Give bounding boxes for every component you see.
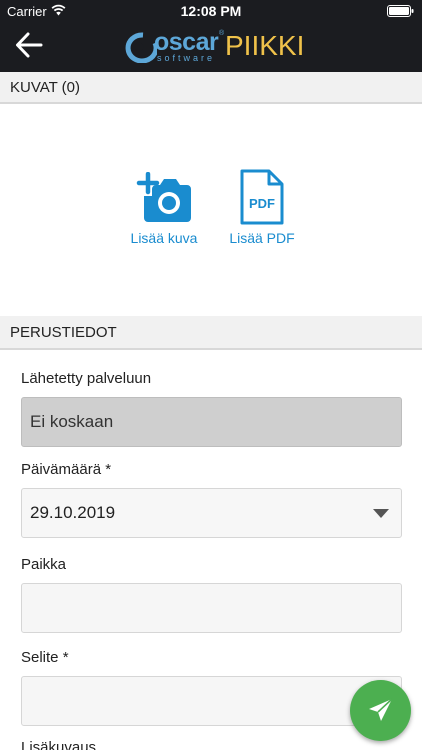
app-header: Carrier 12:08 PM oscar ® software PIIKKI <box>0 0 422 72</box>
status-time: 12:08 PM <box>180 3 242 19</box>
sent-to-service-field: Ei koskaan <box>21 397 402 447</box>
section-header-kuvat: KUVAT (0) <box>0 72 422 104</box>
explanation-input[interactable] <box>21 676 402 726</box>
add-image-button[interactable]: Lisää kuva <box>125 172 203 246</box>
logo-registered-mark: ® <box>219 30 225 37</box>
date-value: 29.10.2019 <box>30 503 116 522</box>
battery-icon <box>387 5 414 17</box>
pdf-file-icon: PDF <box>240 169 284 225</box>
extra-description-label: Lisäkuvaus <box>21 739 97 750</box>
date-label: Päivämäärä * <box>21 461 112 478</box>
section-header-perustiedot: PERUSTIEDOT <box>0 316 422 350</box>
dropdown-arrow-icon <box>373 509 389 518</box>
add-pdf-button[interactable]: PDF Lisää PDF <box>225 168 299 246</box>
sent-to-service-label: Lähetetty palveluun <box>21 370 152 387</box>
logo-text-software: software <box>157 53 216 63</box>
logo-text-piikki: PIIKKI <box>225 30 305 61</box>
place-label: Paikka <box>21 556 67 573</box>
place-input[interactable] <box>21 583 402 633</box>
send-icon <box>369 698 393 721</box>
date-select[interactable]: 29.10.2019 <box>21 488 402 538</box>
app-logo: oscar ® software PIIKKI <box>121 28 306 66</box>
add-camera-icon <box>136 172 191 222</box>
logo-mark-icon <box>125 32 157 63</box>
add-image-label: Lisää kuva <box>130 230 198 246</box>
send-button[interactable] <box>350 680 411 741</box>
status-bar: Carrier 12:08 PM <box>0 0 422 22</box>
pdf-icon-text: PDF <box>249 196 275 211</box>
explanation-label: Selite * <box>21 649 69 666</box>
add-pdf-label: Lisää PDF <box>229 230 295 246</box>
back-arrow-icon[interactable] <box>14 30 44 60</box>
